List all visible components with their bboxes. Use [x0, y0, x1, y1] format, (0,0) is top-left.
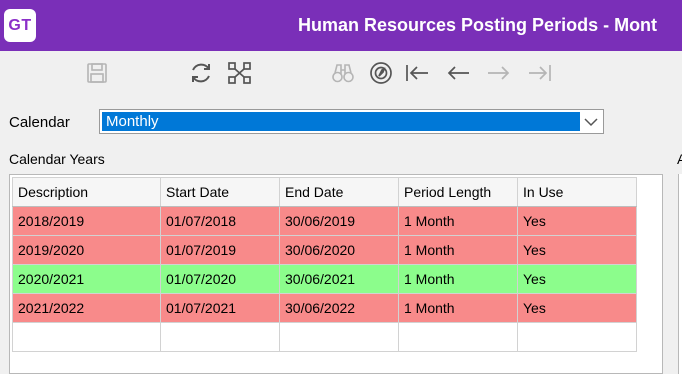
- cell-in-use[interactable]: Yes: [517, 264, 637, 294]
- network-icon[interactable]: [227, 60, 253, 86]
- cell-in-use[interactable]: Yes: [517, 206, 637, 236]
- binoculars-icon[interactable]: [330, 60, 356, 86]
- cell-period-length[interactable]: 1 Month: [398, 235, 518, 265]
- refresh-icon[interactable]: [188, 60, 214, 86]
- cell-description[interactable]: 2019/2020: [12, 235, 161, 265]
- gt-logo: GT: [4, 9, 36, 42]
- cell-start-date[interactable]: 01/07/2021: [160, 293, 280, 323]
- column-header-start-date[interactable]: Start Date: [160, 177, 280, 207]
- cell-in-use[interactable]: Yes: [517, 293, 637, 323]
- column-header-description[interactable]: Description: [12, 177, 161, 207]
- next-record-icon[interactable]: [486, 60, 512, 86]
- last-record-icon[interactable]: [527, 60, 553, 86]
- column-header-period-length[interactable]: Period Length: [398, 177, 518, 207]
- cell-end-date[interactable]: 30/06/2019: [279, 206, 399, 236]
- title-bar: GT Human Resources Posting Periods - Mon…: [0, 0, 682, 51]
- table-row[interactable]: 2018/2019 01/07/2018 30/06/2019 1 Month …: [12, 206, 637, 236]
- table-row[interactable]: 2019/2020 01/07/2019 30/06/2020 1 Month …: [12, 235, 637, 265]
- cell-end-date[interactable]: [279, 322, 399, 352]
- right-panel: [678, 174, 682, 374]
- table-row-new[interactable]: [12, 322, 637, 352]
- table-row[interactable]: 2020/2021 01/07/2020 30/06/2021 1 Month …: [12, 264, 637, 294]
- first-record-icon[interactable]: [404, 60, 430, 86]
- cell-description[interactable]: 2021/2022: [12, 293, 161, 323]
- window-title: Human Resources Posting Periods - Mont: [298, 15, 658, 35]
- table-row[interactable]: 2021/2022 01/07/2021 30/06/2022 1 Month …: [12, 293, 637, 323]
- cell-period-length[interactable]: [398, 322, 518, 352]
- calendar-selected-value[interactable]: Monthly: [102, 112, 580, 131]
- cell-period-length[interactable]: 1 Month: [398, 293, 518, 323]
- column-header-end-date[interactable]: End Date: [279, 177, 399, 207]
- save-icon[interactable]: [84, 60, 110, 86]
- calendar-label: Calendar: [9, 114, 70, 131]
- calendar-years-grid: Description Start Date End Date Period L…: [9, 174, 663, 374]
- calendar-years-table: Description Start Date End Date Period L…: [12, 177, 637, 352]
- calendar-select[interactable]: Monthly: [99, 109, 604, 134]
- cell-start-date[interactable]: 01/07/2019: [160, 235, 280, 265]
- compass-icon[interactable]: [368, 60, 394, 86]
- cell-start-date[interactable]: [160, 322, 280, 352]
- grid-header-row: Description Start Date End Date Period L…: [12, 177, 637, 207]
- cell-period-length[interactable]: 1 Month: [398, 206, 518, 236]
- right-panel-label: A: [677, 151, 682, 167]
- column-header-in-use[interactable]: In Use: [517, 177, 637, 207]
- cell-end-date[interactable]: 30/06/2022: [279, 293, 399, 323]
- cell-start-date[interactable]: 01/07/2018: [160, 206, 280, 236]
- cell-end-date[interactable]: 30/06/2021: [279, 264, 399, 294]
- cell-description[interactable]: [12, 322, 161, 352]
- chevron-down-icon[interactable]: [583, 115, 599, 129]
- previous-record-icon[interactable]: [445, 60, 471, 86]
- cell-period-length[interactable]: 1 Month: [398, 264, 518, 294]
- cell-in-use[interactable]: Yes: [517, 235, 637, 265]
- cell-start-date[interactable]: 01/07/2020: [160, 264, 280, 294]
- cell-in-use[interactable]: [517, 322, 637, 352]
- cell-description[interactable]: 2020/2021: [12, 264, 161, 294]
- cell-description[interactable]: 2018/2019: [12, 206, 161, 236]
- cell-end-date[interactable]: 30/06/2020: [279, 235, 399, 265]
- calendar-years-label: Calendar Years: [9, 151, 105, 167]
